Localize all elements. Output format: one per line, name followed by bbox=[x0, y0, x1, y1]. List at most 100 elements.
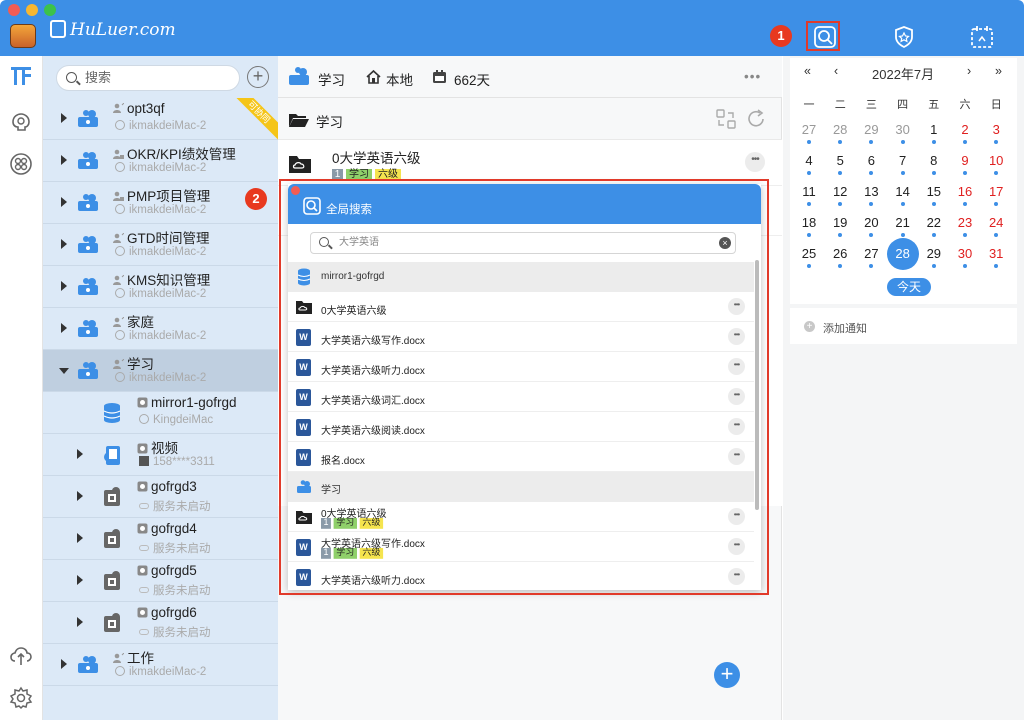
expand-arrow-icon[interactable] bbox=[61, 197, 67, 207]
day-number: 13 bbox=[864, 184, 879, 199]
sidebar-item[interactable]: gofrgd5 服务未启动 bbox=[43, 560, 278, 602]
sidebar-item[interactable]: OKR/KPI绩效管理 ikmakdeiMac-2 bbox=[43, 140, 278, 182]
cloud-upload-icon[interactable] bbox=[9, 644, 33, 668]
calendar-day[interactable]: 29 bbox=[856, 122, 886, 144]
add-library-button[interactable]: + bbox=[247, 66, 269, 88]
calendar-day[interactable]: 27 bbox=[856, 246, 886, 268]
calendar-day[interactable]: 5 bbox=[825, 153, 855, 175]
sidebar-item[interactable]: PMP项目管理 ikmakdeiMac-2 bbox=[43, 182, 278, 224]
calendar-day[interactable]: 24 bbox=[981, 215, 1011, 237]
close-window-button[interactable] bbox=[8, 4, 20, 16]
zoom-window-button[interactable] bbox=[44, 4, 56, 16]
calendar-day[interactable]: 14 bbox=[888, 184, 918, 206]
calendar-day[interactable]: 8 bbox=[919, 153, 949, 175]
calendar-day[interactable]: 25 bbox=[794, 246, 824, 268]
prev-month-button[interactable]: ‹ bbox=[834, 64, 838, 78]
more-options-button[interactable]: ••• bbox=[744, 69, 761, 84]
day-number: 16 bbox=[957, 184, 973, 199]
calendar-day[interactable]: 13 bbox=[856, 184, 886, 206]
prev-year-button[interactable]: « bbox=[804, 64, 811, 78]
calendar-day[interactable]: 19 bbox=[825, 215, 855, 237]
calendar-day[interactable]: 6 bbox=[856, 153, 886, 175]
sidebar-item[interactable]: GTD时间管理 ikmakdeiMac-2 bbox=[43, 224, 278, 266]
user-lock-icon bbox=[113, 191, 124, 201]
sidebar-item[interactable]: 工作 ikmakdeiMac-2 bbox=[43, 644, 278, 686]
sync-icon[interactable] bbox=[716, 109, 736, 129]
minimize-window-button[interactable] bbox=[26, 4, 38, 16]
calendar-day[interactable]: 28 bbox=[825, 122, 855, 144]
breadcrumb: 学习 bbox=[278, 98, 782, 140]
collapse-arrow-icon[interactable] bbox=[59, 368, 69, 374]
calendar-day[interactable]: 23 bbox=[950, 215, 980, 237]
sidebar-search-input[interactable]: 搜索 bbox=[56, 65, 240, 91]
calendar-day[interactable]: 2 bbox=[950, 122, 980, 144]
calendar-day[interactable]: 30 bbox=[888, 122, 918, 144]
calendar-day[interactable]: 20 bbox=[856, 215, 886, 237]
home-icon bbox=[366, 69, 381, 84]
breadcrumb-current[interactable]: 学习 bbox=[316, 111, 343, 131]
sidebar-item-label: gofrgd5 bbox=[151, 563, 197, 578]
brain-icon[interactable] bbox=[9, 110, 33, 134]
calendar-day[interactable]: 18 bbox=[794, 215, 824, 237]
today-button[interactable]: 今天 bbox=[887, 278, 931, 296]
calendar-day[interactable]: 22 bbox=[919, 215, 949, 237]
expand-arrow-icon[interactable] bbox=[61, 659, 67, 669]
expand-arrow-icon[interactable] bbox=[77, 533, 83, 543]
sidebar-item[interactable]: 家庭 ikmakdeiMac-2 bbox=[43, 308, 278, 350]
calendar-day[interactable]: 10 bbox=[981, 153, 1011, 175]
calendar-day[interactable]: 29 bbox=[919, 246, 949, 268]
settings-gear-icon[interactable] bbox=[9, 686, 33, 710]
expand-arrow-icon[interactable] bbox=[61, 155, 67, 165]
expand-arrow-icon[interactable] bbox=[77, 575, 83, 585]
calendar-day[interactable]: 4 bbox=[794, 153, 824, 175]
day-number: 29 bbox=[864, 122, 879, 137]
sidebar-item[interactable]: 视频 158****3311 bbox=[43, 434, 278, 476]
add-item-button[interactable]: + bbox=[714, 662, 740, 688]
calendar-day[interactable]: 15 bbox=[919, 184, 949, 206]
sidebar-item-sub: ikmakdeiMac-2 bbox=[129, 120, 207, 132]
calendar-day[interactable]: 16 bbox=[950, 184, 980, 206]
calendar-day[interactable]: 28 bbox=[886, 238, 919, 270]
library-icon[interactable] bbox=[9, 64, 33, 88]
add-notification-button[interactable]: + 添加通知 bbox=[790, 308, 1017, 344]
calendar-day[interactable]: 17 bbox=[981, 184, 1011, 206]
calendar-day[interactable]: 27 bbox=[794, 122, 824, 144]
expand-arrow-icon[interactable] bbox=[61, 281, 67, 291]
calendar-day[interactable]: 30 bbox=[950, 246, 980, 268]
sidebar-item[interactable]: mirror1-gofrgd KingdeiMac bbox=[43, 392, 278, 434]
calendar-day[interactable]: 11 bbox=[794, 184, 824, 206]
badge-star-icon[interactable] bbox=[891, 24, 917, 50]
event-dot bbox=[838, 233, 843, 237]
file-more-button[interactable]: ••• bbox=[745, 152, 765, 172]
expand-arrow-icon[interactable] bbox=[77, 449, 83, 459]
calendar-day[interactable]: 3 bbox=[981, 122, 1011, 144]
folder-open-icon bbox=[289, 114, 309, 127]
expand-arrow-icon[interactable] bbox=[61, 323, 67, 333]
calendar-day[interactable]: 26 bbox=[825, 246, 855, 268]
location-label[interactable]: 本地 bbox=[386, 69, 413, 89]
cloud-icon bbox=[77, 192, 99, 212]
sidebar-item[interactable]: gofrgd6 服务未启动 bbox=[43, 602, 278, 644]
sidebar-item[interactable]: 学习 ikmakdeiMac-2 bbox=[43, 350, 278, 392]
event-dot bbox=[963, 233, 967, 237]
expand-arrow-icon[interactable] bbox=[61, 239, 67, 249]
expand-arrow-icon[interactable] bbox=[77, 617, 83, 627]
sidebar-item[interactable]: gofrgd4 服务未启动 bbox=[43, 518, 278, 560]
next-month-button[interactable]: › bbox=[967, 64, 971, 78]
sidebar-item[interactable]: KMS知识管理 ikmakdeiMac-2 bbox=[43, 266, 278, 308]
refresh-icon[interactable] bbox=[746, 109, 766, 129]
calendar-day[interactable]: 1 bbox=[919, 122, 949, 144]
global-search-icon[interactable] bbox=[812, 24, 838, 50]
calendar-day[interactable]: 31 bbox=[981, 246, 1011, 268]
calendar-icon[interactable] bbox=[969, 24, 995, 50]
calendar-day[interactable]: 7 bbox=[888, 153, 918, 175]
calendar-day[interactable]: 21 bbox=[888, 215, 918, 237]
sidebar-item[interactable]: opt3qf ikmakdeiMac-2 可协同 bbox=[43, 98, 278, 140]
calendar-day[interactable]: 12 bbox=[825, 184, 855, 206]
sidebar-item[interactable]: gofrgd3 服务未启动 bbox=[43, 476, 278, 518]
expand-arrow-icon[interactable] bbox=[61, 113, 67, 123]
calendar-day[interactable]: 9 bbox=[950, 153, 980, 175]
next-year-button[interactable]: » bbox=[995, 64, 1002, 78]
expand-arrow-icon[interactable] bbox=[77, 491, 83, 501]
apps-icon[interactable] bbox=[9, 152, 33, 176]
